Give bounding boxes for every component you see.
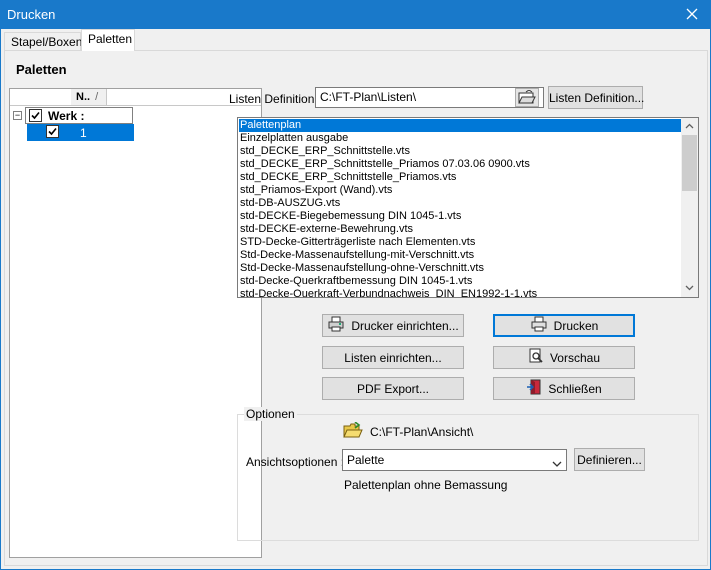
view-description: Palettenplan ohne Bemassung: [344, 478, 508, 492]
scroll-up-icon[interactable]: [681, 118, 698, 135]
print-label: Drucken: [553, 319, 599, 334]
print-button[interactable]: Drucken: [493, 314, 635, 337]
checkmark-icon: [31, 111, 40, 120]
list-item[interactable]: Std-Decke-Massenaufstellung-ohne-Verschn…: [239, 262, 681, 275]
listdef-label: Listen Definition :: [229, 92, 322, 106]
group-row-werk: − Werk :: [10, 107, 133, 124]
list-item[interactable]: std_Priamos-Export (Wand).vts: [239, 184, 681, 197]
exit-door-icon: [526, 379, 542, 398]
browse-folder-button[interactable]: [515, 88, 539, 107]
preview-label: Vorschau: [549, 351, 601, 366]
palette-grid[interactable]: N.. / − Werk : 1: [9, 88, 262, 558]
close-icon: [686, 8, 698, 20]
list-item[interactable]: std-Decke-Querkraft-Verbundnachweis_DIN_…: [239, 288, 681, 297]
list-item[interactable]: std-DECKE-externe-Bewehrung.vts: [239, 223, 681, 236]
view-options-value: Palette: [347, 453, 385, 467]
sort-indicator: /: [95, 91, 99, 103]
list-item[interactable]: Einzelplatten ausgabe: [239, 132, 681, 145]
pdf-export-button[interactable]: PDF Export...: [322, 377, 464, 400]
report-list-items: Palettenplan Einzelplatten ausgabe std_DEC…: [239, 119, 681, 297]
tab-label: Stapel/Boxen: [11, 35, 83, 49]
list-item[interactable]: Palettenplan: [239, 119, 681, 132]
window-title: Drucken: [7, 7, 56, 22]
define-label: Definieren...: [577, 453, 642, 467]
paletten-tab-page: Paletten N.. / − Werk : 1 Listen Definit…: [4, 50, 708, 566]
list-item[interactable]: std_DECKE_ERP_Schnittstelle.vts: [239, 145, 681, 158]
folder-open-icon: [518, 90, 536, 104]
scroll-thumb[interactable]: [682, 135, 697, 191]
tab-label: Paletten: [88, 32, 133, 46]
view-options-label: Ansichtsoptionen :: [246, 455, 345, 469]
list-item[interactable]: std-DB-AUSZUG.vts: [239, 197, 681, 210]
close-button[interactable]: Schließen: [493, 377, 635, 400]
define-button[interactable]: Definieren...: [574, 448, 645, 471]
view-folder-button[interactable]: [342, 422, 366, 441]
folder-open-icon: [343, 422, 363, 438]
scroll-down-icon[interactable]: [681, 280, 698, 297]
list-item[interactable]: std-DECKE-Biegebemessung DIN 1045-1.vts: [239, 210, 681, 223]
row-indent: [10, 124, 27, 141]
listdef-path-field[interactable]: C:\FT-Plan\Listen\: [315, 87, 544, 108]
view-path: C:\FT-Plan\Ansicht\: [370, 425, 474, 439]
list-setup-button[interactable]: Listen einrichten...: [322, 346, 464, 369]
tab-paletten[interactable]: Paletten: [81, 29, 135, 51]
printer-setup-label: Drucker einrichten...: [351, 319, 459, 334]
pdf-export-label: PDF Export...: [356, 382, 430, 396]
list-item[interactable]: std_DECKE_ERP_Schnittstelle_Priamos.vts: [239, 171, 681, 184]
checkmark-icon: [48, 127, 57, 136]
group-header[interactable]: Werk :: [25, 107, 133, 124]
chevron-down-icon: [552, 456, 562, 470]
panel-heading: Paletten: [16, 62, 67, 77]
options-legend: Optionen: [244, 407, 297, 421]
list-item[interactable]: std_DECKE_ERP_Schnittstelle_Priamos 07.0…: [239, 158, 681, 171]
list-item[interactable]: Std-Decke-Massenaufstellung-mit-Verschni…: [239, 249, 681, 262]
group-label: Werk :: [48, 109, 85, 123]
options-group: Optionen C:\FT-Plan\Ansicht\ Ansichtsopt…: [237, 407, 699, 541]
list-setup-label: Listen einrichten...: [344, 351, 442, 365]
title-bar: Drucken: [0, 0, 711, 29]
printer-setup-button[interactable]: Drucker einrichten...: [322, 314, 464, 337]
grid-column-header[interactable]: N.. /: [71, 89, 107, 106]
listdef-button-label: Listen Definition...: [549, 91, 645, 105]
view-options-select[interactable]: Palette: [342, 449, 567, 471]
list-item[interactable]: STD-Decke-Gitterträgerliste nach Element…: [239, 236, 681, 249]
collapse-icon[interactable]: −: [13, 111, 22, 120]
printer-icon: [530, 316, 548, 335]
close-label: Schließen: [548, 382, 602, 397]
listdef-path-value: C:\FT-Plan\Listen\: [320, 90, 417, 104]
group-checkbox[interactable]: [29, 109, 42, 122]
table-row[interactable]: 1: [10, 124, 134, 141]
preview-button[interactable]: Vorschau: [493, 346, 635, 369]
preview-icon: [528, 348, 544, 367]
listdef-button[interactable]: Listen Definition...: [548, 86, 645, 109]
report-list[interactable]: Palettenplan Einzelplatten ausgabe std_DEC…: [237, 117, 699, 298]
vertical-scrollbar[interactable]: [681, 118, 698, 297]
row-value: 1: [80, 126, 87, 140]
close-window-button[interactable]: [674, 1, 710, 29]
column-header-label: N..: [76, 91, 91, 103]
grid-header-blank: [10, 89, 71, 106]
row-checkbox[interactable]: [46, 125, 59, 138]
tab-stapel-boxen[interactable]: Stapel/Boxen: [4, 32, 83, 51]
list-item[interactable]: std-Decke-Querkraftbemessung DIN 1045-1.…: [239, 275, 681, 288]
printer-setup-icon: [327, 316, 345, 335]
dialog-body: Stapel/Boxen Paletten Paletten N.. / − We…: [0, 29, 711, 570]
